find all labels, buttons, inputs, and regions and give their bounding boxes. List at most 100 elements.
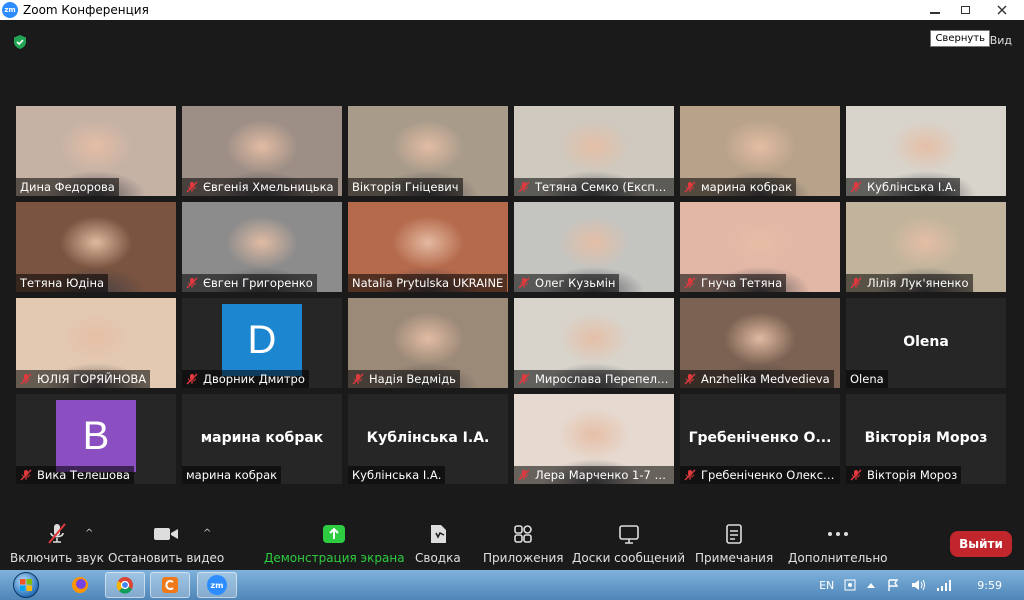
participant-display-name: Olena [903, 334, 949, 350]
participant-tile[interactable]: Олег Кузьмін [514, 202, 674, 292]
participant-name: ЮЛІЯ ГОРЯЙНОВА [37, 372, 147, 386]
participant-name: Дворник Дмитро [203, 372, 305, 386]
taskbar-chrome[interactable] [105, 572, 145, 598]
tray-expand-icon[interactable] [866, 581, 876, 589]
participant-tile[interactable]: Лілія Лук'яненко [846, 202, 1006, 292]
window-title: Zoom Конференция [23, 3, 149, 17]
participant-tile[interactable]: Olena Olena [846, 298, 1006, 388]
minimize-button[interactable] [920, 0, 950, 20]
tray-flag-icon[interactable] [886, 578, 900, 592]
participant-tile[interactable]: Лера Марченко 1-7 (2) [514, 394, 674, 484]
participant-tile[interactable]: Тетяна Семко (Експерт) [514, 106, 674, 196]
muted-mic-icon [352, 373, 364, 385]
participant-tile[interactable]: Кублінська І.А. Кублінська І.А. [348, 394, 508, 484]
summary-icon [427, 521, 449, 547]
language-indicator[interactable]: EN [819, 579, 834, 592]
participant-tile[interactable]: Мирослава Перепелиця [514, 298, 674, 388]
participant-tile[interactable]: Надія Ведмідь [348, 298, 508, 388]
window-titlebar: zm Zoom Конференция [0, 0, 1024, 20]
muted-mic-icon [684, 469, 696, 481]
muted-mic-icon [518, 373, 530, 385]
participant-name: Євген Григоренко [203, 276, 313, 290]
volume-icon[interactable] [910, 578, 926, 592]
participant-tile[interactable]: марина кобрак марина кобрак [182, 394, 342, 484]
shield-icon[interactable] [12, 34, 28, 50]
participant-name: Олег Кузьмін [535, 276, 616, 290]
firefox-icon [72, 577, 88, 593]
notes-button[interactable]: Примечания [695, 521, 773, 565]
muted-mic-icon [20, 469, 32, 481]
notes-label: Примечания [695, 551, 774, 565]
notes-icon [724, 521, 744, 547]
share-screen-label: Демонстрация экрана [264, 551, 405, 565]
start-button[interactable] [6, 570, 46, 600]
video-options-caret[interactable]: ^ [203, 528, 211, 539]
participant-name: марина кобрак [186, 468, 278, 482]
summary-button[interactable]: Сводка [415, 521, 461, 565]
participant-name-label: Гнуча Тетяна [680, 274, 787, 292]
whiteboard-icon [617, 521, 641, 547]
participant-tile[interactable]: Вікторія Гніцевич [348, 106, 508, 196]
muted-mic-icon [684, 181, 696, 193]
participant-tile[interactable]: марина кобрак [680, 106, 840, 196]
participant-name-label: Мирослава Перепелиця [514, 370, 674, 388]
participant-name-label: Лера Марченко 1-7 (2) [514, 466, 674, 484]
view-label: Вид [989, 34, 1012, 47]
participant-name-label: Тетяна Семко (Експерт) [514, 178, 674, 196]
participant-avatar: D [222, 304, 302, 376]
participant-avatar: B [56, 400, 136, 472]
camera-icon [152, 521, 180, 547]
apps-icon [512, 521, 534, 547]
participant-name-label: Дворник Дмитро [182, 370, 309, 388]
participant-tile[interactable]: Гребеніченко О... Гребеніченко Олександра [680, 394, 840, 484]
participant-tile[interactable]: D Дворник Дмитро [182, 298, 342, 388]
mute-label: Включить звук [10, 551, 104, 565]
participant-name-label: Дина Федорова [16, 178, 119, 196]
tray-settings-icon[interactable] [844, 579, 856, 591]
more-button[interactable]: Дополнительно [788, 521, 888, 565]
participant-name-label: Вика Телешова [16, 466, 134, 484]
network-signal-icon[interactable] [936, 579, 952, 591]
taskbar-firefox[interactable] [60, 572, 100, 598]
participant-tile[interactable]: B Вика Телешова [16, 394, 176, 484]
apps-button[interactable]: Приложения [483, 521, 564, 565]
participant-name-label: марина кобрак [680, 178, 797, 196]
taskbar-zoom[interactable]: zm [197, 572, 237, 598]
participant-name-label: Олег Кузьмін [514, 274, 620, 292]
participant-tile[interactable]: Anzhelika Medvedieva [680, 298, 840, 388]
participant-tile[interactable]: Дина Федорова [16, 106, 176, 196]
more-icon [826, 521, 850, 547]
participant-display-name: Гребеніченко О... [688, 430, 832, 446]
share-screen-button[interactable]: Демонстрация экрана [264, 521, 405, 565]
whiteboards-button[interactable]: Доски сообщений [572, 521, 685, 565]
meeting-topbar: В Вид Свернуть [0, 20, 1024, 70]
taskbar-app-orange[interactable] [150, 572, 190, 598]
restore-button[interactable] [950, 0, 980, 20]
muted-mic-icon [850, 181, 862, 193]
muted-mic-icon [20, 373, 32, 385]
more-label: Дополнительно [788, 551, 888, 565]
participant-tile[interactable]: ЮЛІЯ ГОРЯЙНОВА [16, 298, 176, 388]
participant-tile[interactable]: Тетяна Юдіна [16, 202, 176, 292]
participant-name: Natalia Prytulska UKRAINE [352, 276, 504, 290]
audio-options-caret[interactable]: ^ [85, 528, 93, 539]
participant-tile[interactable]: Natalia Prytulska UKRAINE [348, 202, 508, 292]
participant-tile[interactable]: Євген Григоренко [182, 202, 342, 292]
muted-mic-icon [186, 181, 198, 193]
participant-name-label: ЮЛІЯ ГОРЯЙНОВА [16, 370, 151, 388]
exit-meeting-button[interactable]: Выйти [950, 531, 1012, 557]
participant-tile[interactable]: Євгенія Хмельницька [182, 106, 342, 196]
muted-mic-icon [186, 277, 198, 289]
close-button[interactable] [980, 0, 1024, 20]
participant-name: Anzhelika Medvedieva [701, 372, 830, 386]
participant-name-label: Євгенія Хмельницька [182, 178, 338, 196]
participant-tile[interactable]: Кублінська І.А. [846, 106, 1006, 196]
participant-name: Дина Федорова [20, 180, 115, 194]
participant-tile[interactable]: Гнуча Тетяна [680, 202, 840, 292]
participant-name-label: марина кобрак [182, 466, 282, 484]
system-clock[interactable]: 9:59 [977, 579, 1002, 592]
participant-name: Вика Телешова [37, 468, 130, 482]
muted-mic-icon [518, 181, 530, 193]
participant-tile[interactable]: Вікторія Мороз Вікторія Мороз [846, 394, 1006, 484]
video-label: Остановить видео [108, 551, 225, 565]
